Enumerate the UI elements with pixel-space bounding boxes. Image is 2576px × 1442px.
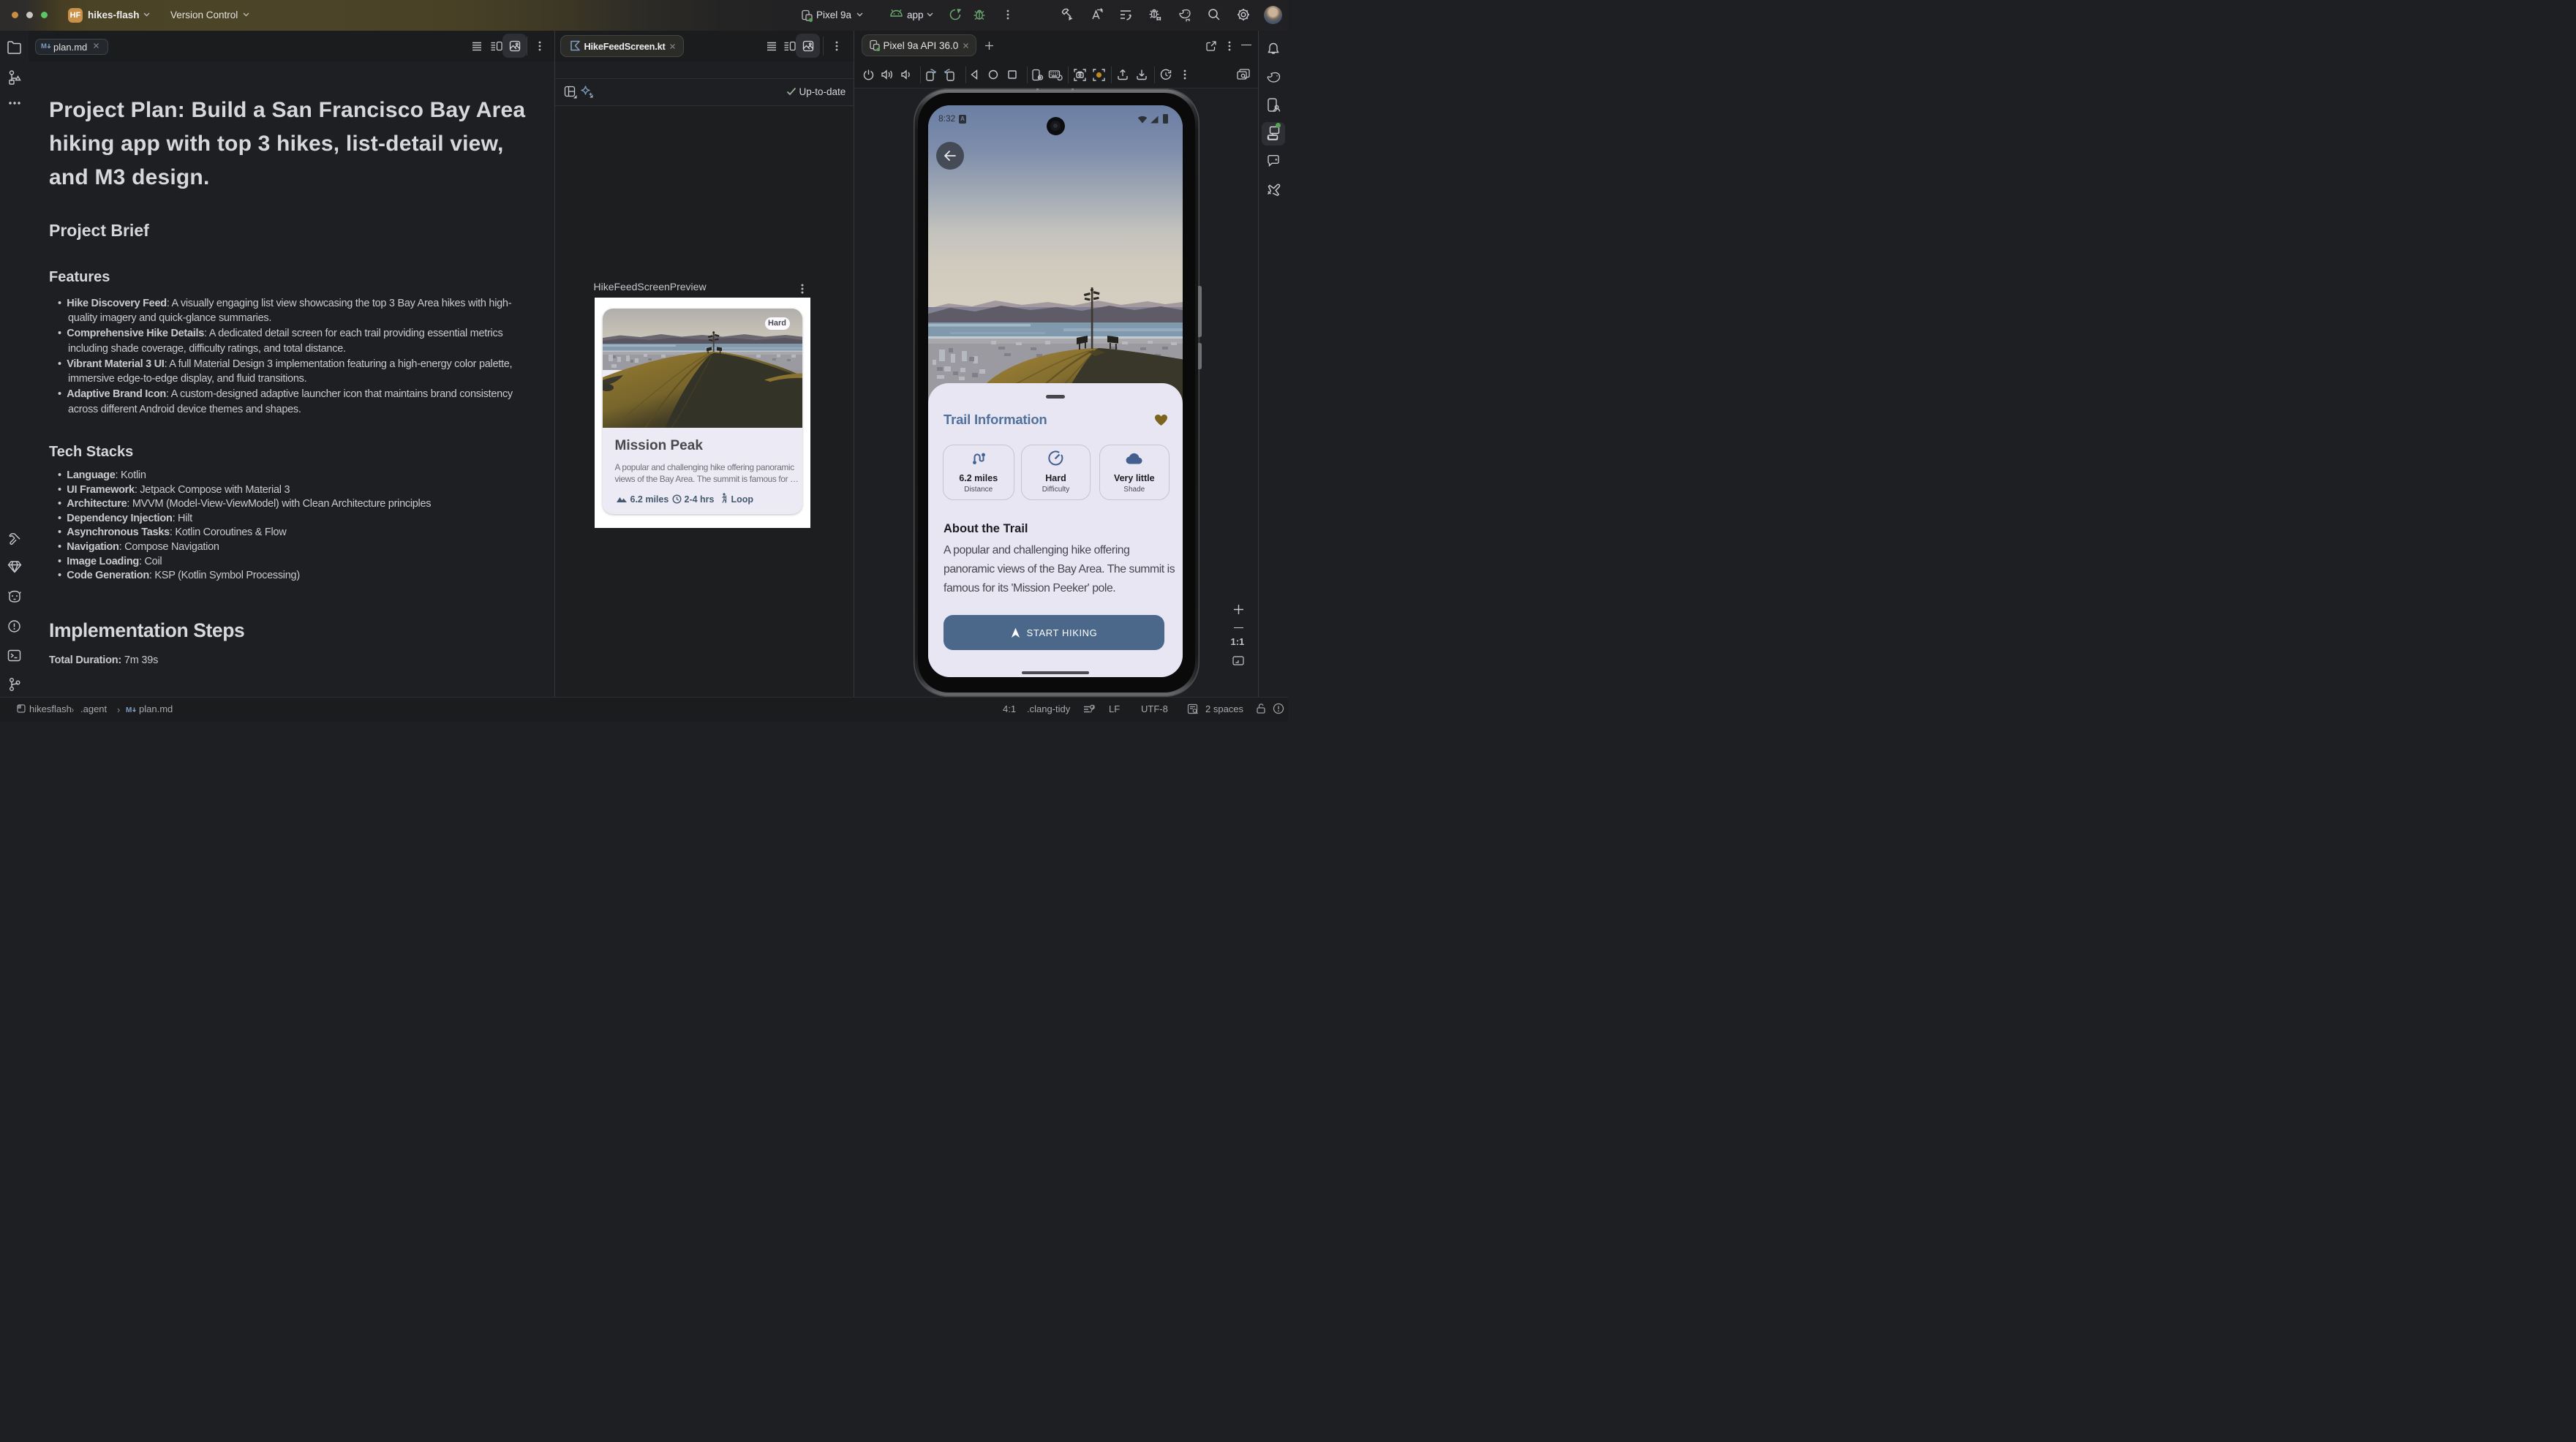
svg-text:M: M <box>41 42 47 50</box>
svg-text:M: M <box>126 706 132 714</box>
